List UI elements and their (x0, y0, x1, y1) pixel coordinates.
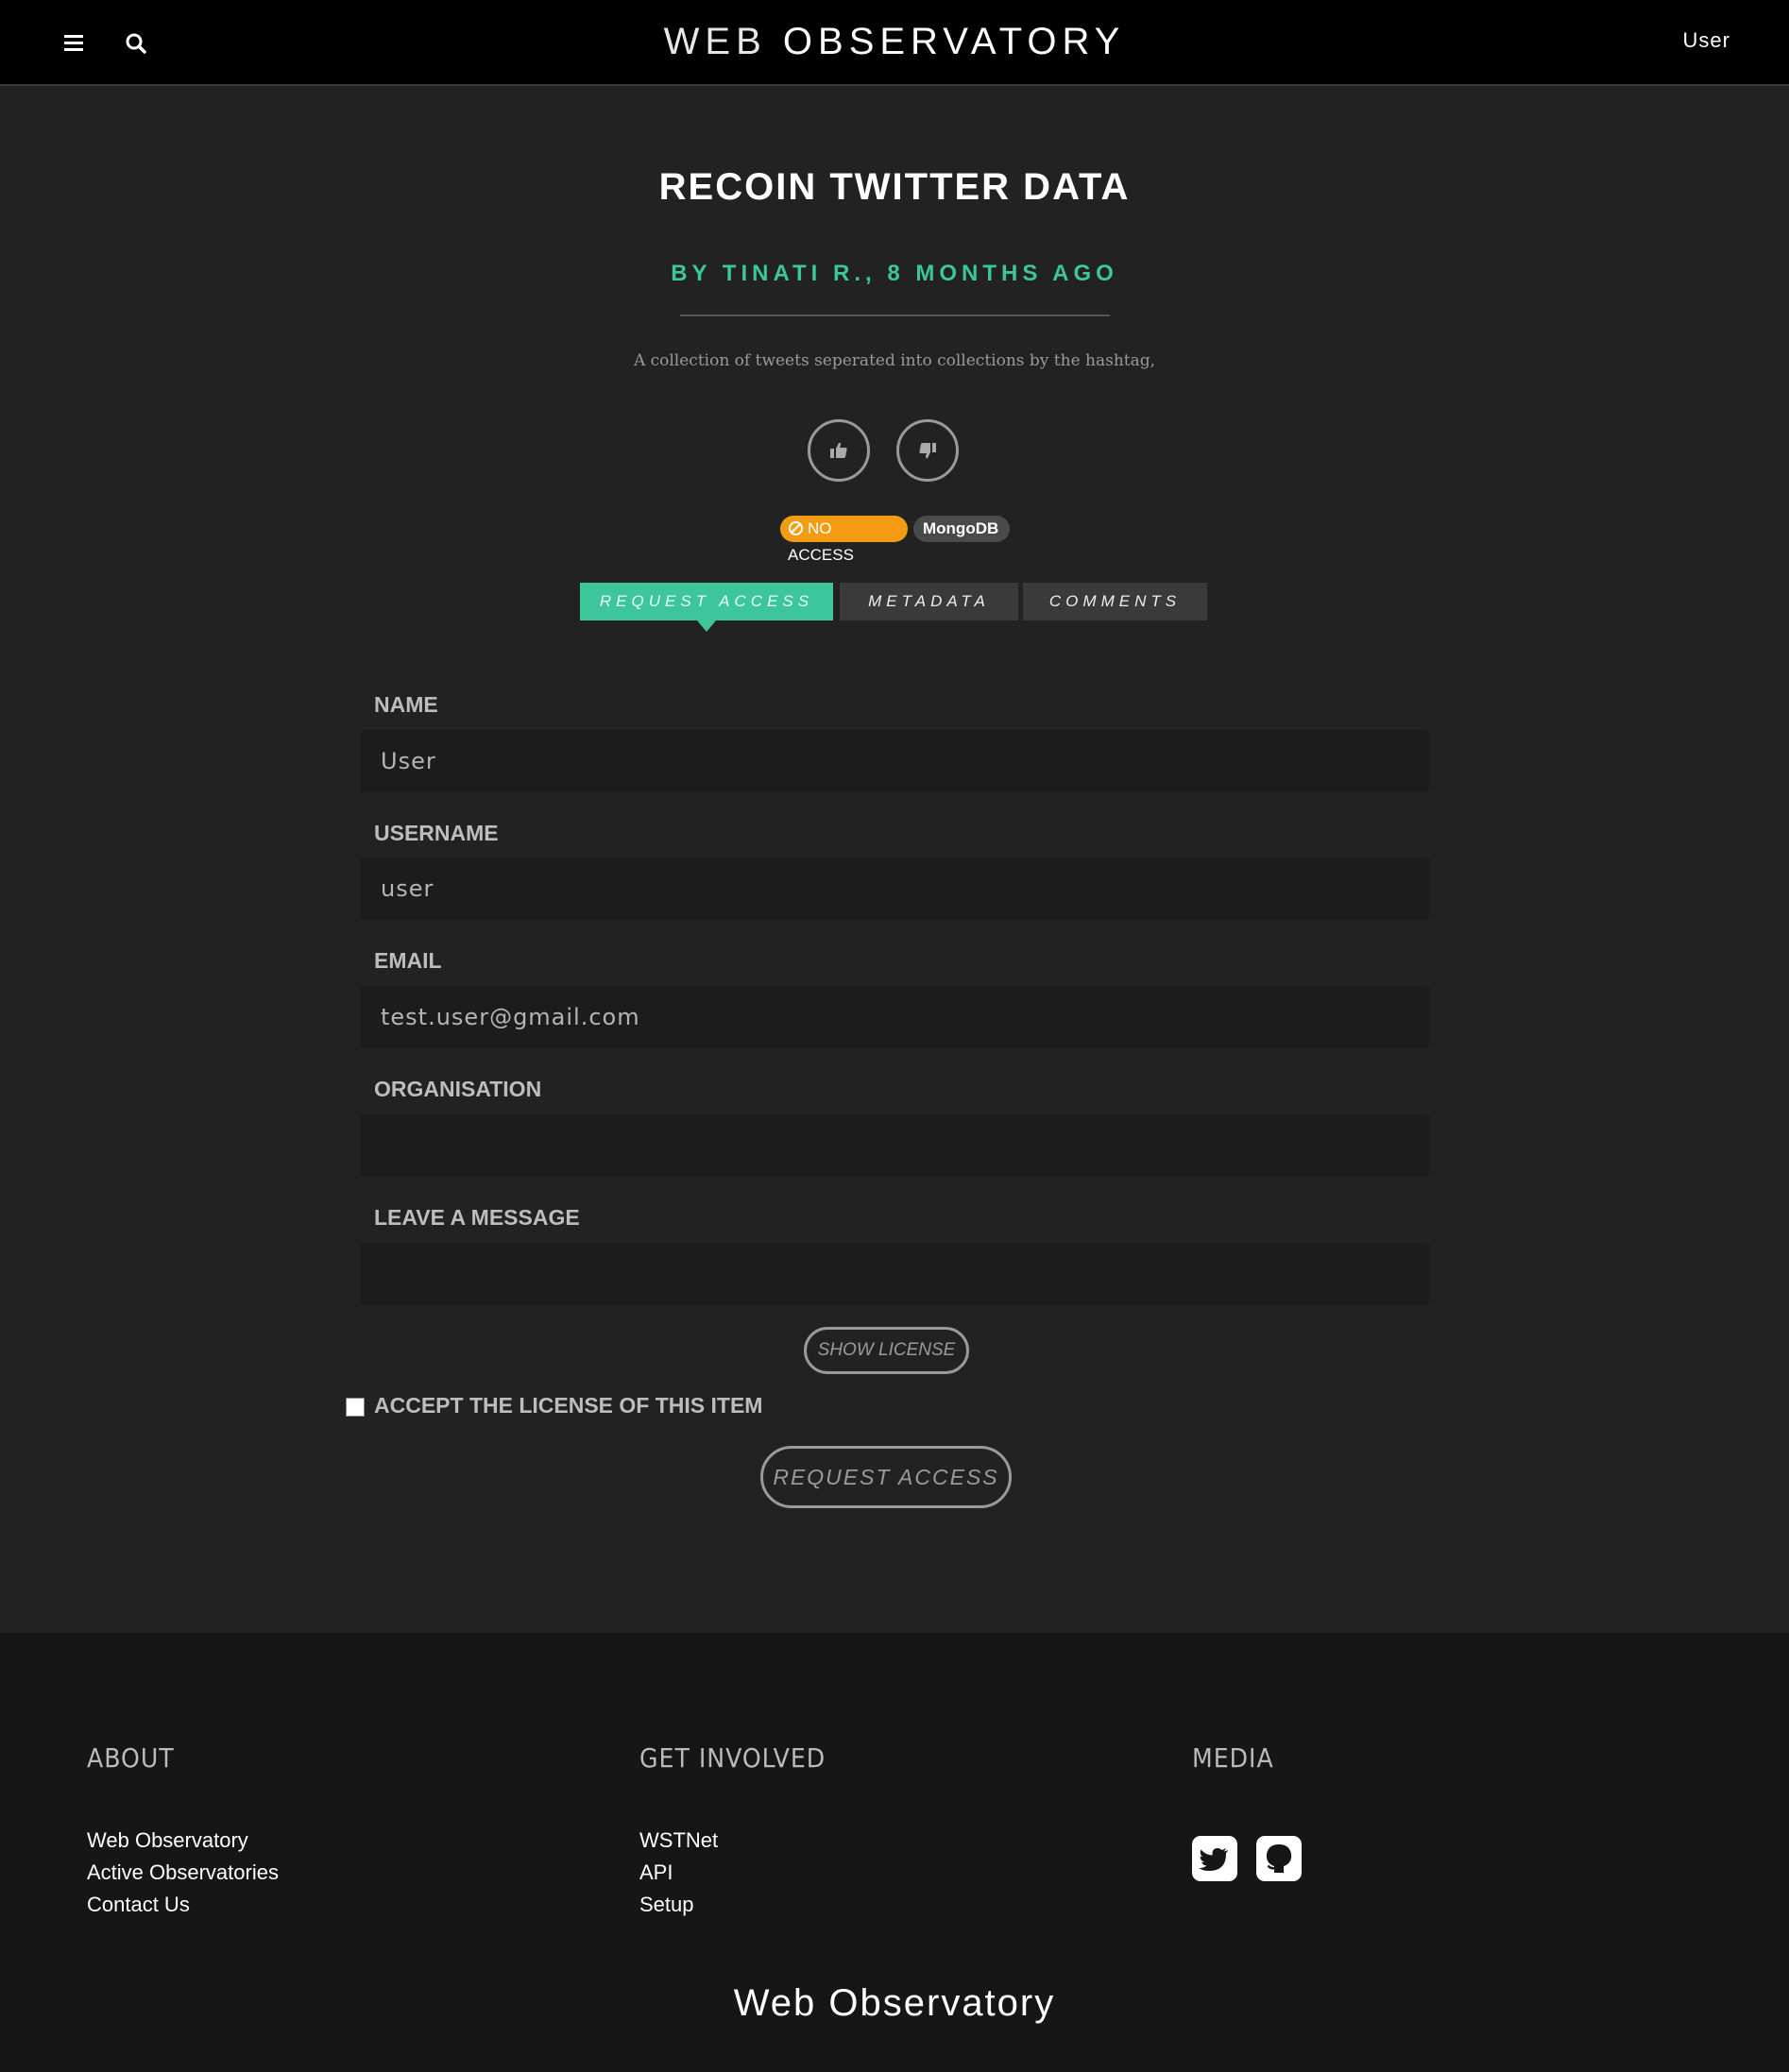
footer-link-setup[interactable]: Setup (639, 1889, 718, 1921)
access-status-badge: NO ACCESS (780, 516, 908, 564)
site-brand[interactable]: WEB OBSERVATORY (0, 21, 1789, 63)
footer-about-links: Web Observatory Active Observatories Con… (87, 1825, 279, 1921)
page-title: RECOIN TWITTER DATA (658, 166, 1131, 208)
site-footer: ABOUT Web Observatory Active Observatori… (0, 1633, 1789, 2072)
user-menu-link[interactable]: User (1683, 28, 1730, 53)
name-label: NAME (374, 692, 438, 717)
tab-request-access[interactable]: REQUEST ACCESS (580, 583, 833, 632)
title-divider (680, 314, 1110, 316)
footer-link-api[interactable]: API (639, 1857, 718, 1889)
request-access-button[interactable]: REQUEST ACCESS (760, 1446, 1012, 1508)
footer-link-web-observatory[interactable]: Web Observatory (87, 1825, 279, 1857)
email-field[interactable] (360, 986, 1429, 1048)
like-button[interactable] (808, 419, 870, 482)
brand-bold-text: OBSERVATORY (782, 21, 1126, 62)
tab-metadata[interactable]: METADATA (840, 583, 1018, 620)
message-field[interactable] (360, 1243, 1429, 1305)
footer-media-heading: MEDIA (1192, 1742, 1274, 1774)
email-label: EMAIL (374, 948, 442, 973)
footer-involved-heading: GET INVOLVED (639, 1742, 826, 1774)
datasource-type-badge: MongoDB (913, 516, 1010, 542)
accept-license-label: ACCEPT THE LICENSE OF THIS ITEM (374, 1393, 763, 1418)
accept-license-checkbox[interactable] (346, 1398, 365, 1417)
show-license-button[interactable]: SHOW LICENSE (804, 1327, 969, 1374)
item-description: A collection of tweets seperated into co… (633, 351, 1156, 370)
item-byline: BY TINATI R., 8 MONTHS AGO (671, 261, 1118, 286)
thumbs-down-icon (919, 443, 936, 459)
dislike-button[interactable] (896, 419, 959, 482)
name-field[interactable] (360, 730, 1429, 792)
footer-involved-links: WSTNet API Setup (639, 1825, 718, 1921)
thumbs-up-icon (830, 442, 847, 458)
organisation-field[interactable] (360, 1114, 1429, 1177)
github-icon[interactable] (1256, 1836, 1302, 1881)
footer-logo: Web Observatory (733, 1982, 1056, 2024)
username-label: USERNAME (374, 821, 499, 845)
organisation-label: ORGANISATION (374, 1077, 542, 1101)
ban-icon (789, 521, 803, 535)
top-navbar: WEB OBSERVATORY User (0, 0, 1789, 86)
username-field[interactable] (360, 858, 1429, 920)
footer-about-heading: ABOUT (87, 1742, 175, 1774)
brand-light-text: WEB (663, 21, 783, 62)
footer-link-active-observatories[interactable]: Active Observatories (87, 1857, 279, 1889)
twitter-icon[interactable] (1192, 1836, 1237, 1881)
footer-link-contact-us[interactable]: Contact Us (87, 1889, 279, 1921)
message-label: LEAVE A MESSAGE (374, 1205, 580, 1230)
footer-link-wstnet[interactable]: WSTNet (639, 1825, 718, 1857)
tab-comments[interactable]: COMMENTS (1023, 583, 1207, 620)
